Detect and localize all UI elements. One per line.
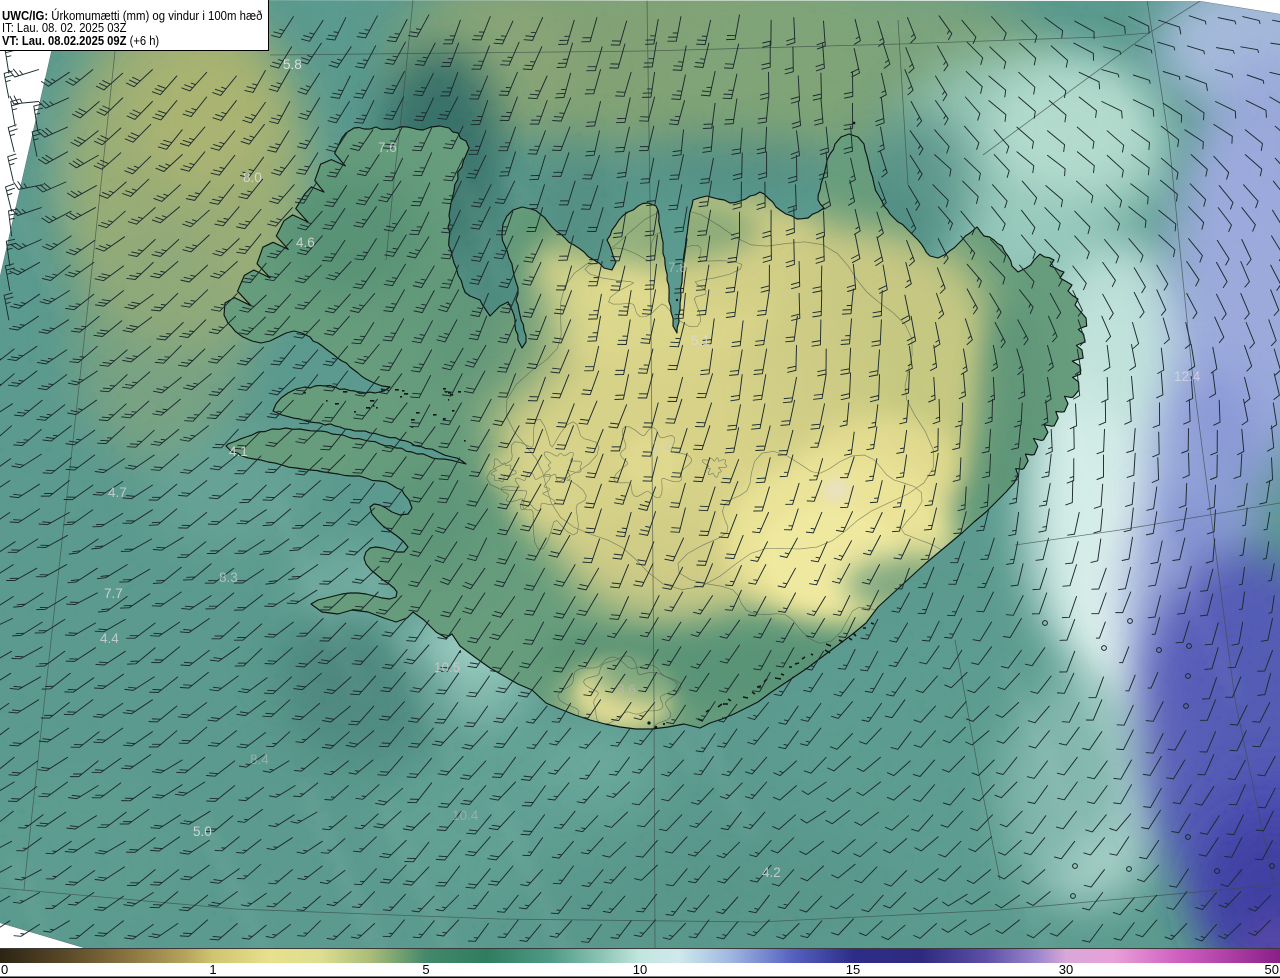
svg-text:10: 10: [633, 962, 647, 977]
svg-text:4.2: 4.2: [762, 865, 781, 880]
svg-text:10.4: 10.4: [452, 808, 479, 823]
svg-text:7.6: 7.6: [378, 140, 397, 155]
svg-text:4.6: 4.6: [296, 235, 315, 250]
svg-text:30: 30: [1059, 962, 1073, 977]
svg-text:8.0: 8.0: [243, 170, 262, 185]
svg-text:3.6: 3.6: [617, 682, 636, 697]
svg-text:12.4: 12.4: [1174, 369, 1201, 384]
svg-text:7.8: 7.8: [668, 260, 687, 275]
svg-text:15: 15: [846, 962, 860, 977]
svg-text:8.3: 8.3: [219, 570, 238, 585]
svg-text:5: 5: [422, 962, 429, 977]
svg-text:8.4: 8.4: [250, 752, 269, 767]
svg-text:5.0: 5.0: [193, 824, 212, 839]
svg-text:1: 1: [209, 962, 216, 977]
svg-text:5.8: 5.8: [283, 57, 302, 72]
svg-text:0: 0: [1, 962, 8, 977]
svg-text:4.7: 4.7: [108, 485, 127, 500]
svg-text:2.4: 2.4: [652, 439, 671, 454]
svg-text:10.5: 10.5: [434, 660, 460, 675]
svg-text:5.1: 5.1: [691, 333, 710, 348]
svg-text:7.7: 7.7: [104, 586, 123, 601]
svg-text:50: 50: [1265, 962, 1279, 977]
svg-text:4.1: 4.1: [229, 444, 248, 459]
svg-text:4.4: 4.4: [100, 631, 119, 646]
